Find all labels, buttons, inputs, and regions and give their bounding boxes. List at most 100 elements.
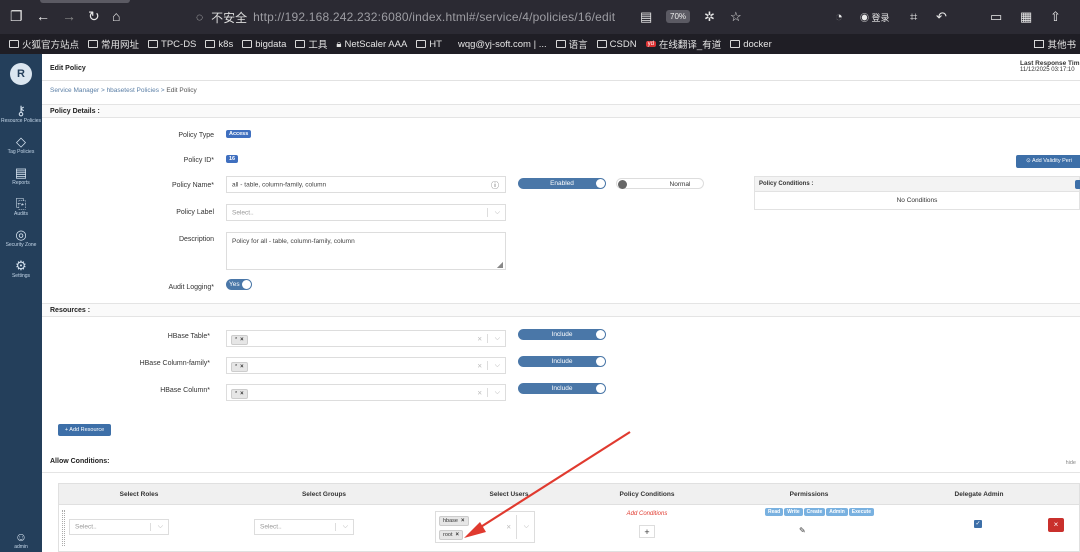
drag-handle[interactable]	[62, 510, 65, 546]
breadcrumb-policies[interactable]: hbasetest Policies	[107, 87, 159, 94]
folder-icon	[1034, 40, 1045, 48]
undo-icon[interactable]: ↶	[936, 9, 947, 25]
bookmark-item[interactable]: docker	[730, 39, 772, 50]
home-icon[interactable]: ⌂	[112, 9, 120, 23]
chevron-down-icon[interactable]: ⌵	[495, 389, 500, 397]
column-select-users: Select Users	[489, 491, 529, 498]
column-select-roles: Select Roles	[119, 491, 159, 498]
sidebar-item-resource-policies[interactable]: ⚷ Resource Policies	[0, 103, 42, 124]
other-bookmarks[interactable]: 其他书	[1034, 34, 1080, 54]
divider	[42, 472, 1080, 473]
policy-enabled-toggle[interactable]: Enabled	[518, 178, 606, 189]
bookmark-item[interactable]: wqg@yj-soft.com | ...	[458, 39, 547, 50]
roles-select[interactable]: Select.. ⌵	[69, 519, 169, 535]
clear-icon[interactable]: ×	[477, 334, 482, 343]
toggle-knob	[242, 280, 251, 289]
bookmark-item[interactable]: CSDN	[596, 39, 637, 50]
resource-tag: * ×	[231, 362, 248, 372]
bookmark-item[interactable]: 火狐官方站点	[9, 37, 79, 51]
chevron-down-icon[interactable]: ⌵	[495, 335, 500, 343]
users-select[interactable]: hbase × root × × ⌵	[435, 511, 535, 543]
sidebar-item-settings[interactable]: ⚙ Settings	[0, 258, 42, 279]
share-icon[interactable]: ⇧	[1050, 9, 1061, 25]
hbase-column-family-select[interactable]: * × × ⌵	[226, 357, 506, 374]
add-validity-period-button[interactable]: ⊙ Add Validity Peri	[1016, 155, 1080, 168]
edit-permissions-icon[interactable]: ✎	[799, 526, 806, 535]
hbase-column-select[interactable]: * × × ⌵	[226, 384, 506, 401]
sidebar-toggle-icon[interactable]: ❐	[10, 9, 23, 23]
bookmark-item[interactable]: yd 在线翻译_有道	[645, 37, 721, 51]
chevron-down-icon[interactable]: ⌵	[343, 523, 348, 531]
audit-logging-toggle[interactable]: Yes	[226, 279, 252, 290]
crop-icon[interactable]: ⌗	[910, 9, 917, 25]
chevron-down-icon[interactable]: ⌵	[158, 523, 163, 531]
remove-tag-icon[interactable]: ×	[240, 337, 244, 343]
reader-icon[interactable]: ▤	[640, 9, 652, 25]
extension-icon[interactable]: ✲	[704, 9, 715, 25]
url-text[interactable]: http://192.168.242.232:6080/index.html#/…	[253, 10, 615, 24]
hbase-table-include-toggle[interactable]: Include	[518, 329, 606, 340]
theme-icon[interactable]: ◔	[835, 9, 843, 24]
bookmark-item[interactable]: TPC-DS	[148, 39, 196, 50]
add-condition-plus-button[interactable]: +	[639, 525, 655, 538]
chevron-down-icon[interactable]: ⌵	[495, 209, 500, 217]
hide-allow-conditions[interactable]: hide	[1066, 460, 1076, 466]
breadcrumb-service-manager[interactable]: Service Manager	[50, 87, 99, 94]
sidebar-item-security-zone[interactable]: ◎ Security Zone	[0, 227, 42, 248]
bookmark-item[interactable]: k8s	[205, 39, 233, 50]
clear-icon[interactable]: ×	[477, 361, 482, 370]
back-icon[interactable]: ←	[36, 9, 50, 23]
hbase-table-select[interactable]: * × × ⌵	[226, 330, 506, 347]
zoom-level[interactable]: 70%	[666, 10, 691, 23]
bookmark-star-icon[interactable]: ☆	[730, 9, 742, 25]
add-resource-button[interactable]: + Add Resource	[58, 424, 111, 436]
policy-label-select[interactable]: Select.. ⌵	[226, 204, 506, 221]
description-label: Description	[178, 236, 214, 243]
info-icon[interactable]: ⓘ	[491, 180, 499, 191]
bookmark-item[interactable]: 工具	[295, 37, 327, 51]
clear-icon[interactable]: ×	[506, 523, 511, 532]
description-textarea[interactable]: Policy for all - table, column-family, c…	[226, 232, 506, 270]
bookmark-item[interactable]: bigdata	[242, 39, 286, 50]
policy-type-badge: Access	[226, 130, 252, 138]
chevron-down-icon[interactable]: ⌵	[495, 362, 500, 370]
sidebar-item-tag-policies[interactable]: ◇ Tag Policies	[0, 134, 42, 155]
remove-tag-icon[interactable]: ×	[455, 532, 459, 538]
clear-icon[interactable]: ×	[477, 388, 482, 397]
bookmark-item[interactable]: 常用网址	[88, 37, 139, 51]
policy-priority-toggle[interactable]: Normal	[616, 178, 704, 189]
insecure-label[interactable]: 不安全	[211, 9, 247, 26]
chevron-down-icon[interactable]: ⌵	[524, 523, 529, 531]
browser-toolbar: ❐ ← → ↻ ⌂ ◌ 不安全 http://192.168.242.232:6…	[0, 0, 1080, 34]
hbase-column-include-toggle[interactable]: Include	[518, 383, 606, 394]
policy-name-input[interactable]: all - table, column-family, column ⓘ	[226, 176, 506, 193]
zone-icon: ◎	[15, 227, 27, 242]
forward-icon[interactable]: →	[62, 9, 76, 23]
remove-tag-icon[interactable]: ×	[240, 391, 244, 397]
remove-tag-icon[interactable]: ×	[461, 518, 465, 524]
delegate-admin-checkbox[interactable]: ✓	[974, 520, 982, 528]
bookmark-item[interactable]: HT	[416, 39, 442, 50]
active-tab-indicator[interactable]	[40, 0, 130, 3]
add-conditions-link[interactable]: Add Conditions	[627, 511, 668, 517]
bookmark-item[interactable]: 🔒︎ NetScaler AAA	[336, 39, 407, 50]
resize-handle-icon[interactable]: ◢	[497, 260, 503, 269]
sidebar-item-reports[interactable]: ▤ Reports	[0, 165, 42, 186]
bookmark-item[interactable]: 语言	[555, 37, 588, 51]
translate-icon[interactable]: ▦	[1020, 9, 1032, 25]
groups-select[interactable]: Select.. ⌵	[254, 519, 354, 535]
permission-create: Create	[803, 508, 826, 516]
user-menu[interactable]: ☺ admin	[0, 530, 42, 550]
reload-icon[interactable]: ↻	[88, 9, 100, 23]
delete-row-button[interactable]: ×	[1048, 518, 1064, 532]
remove-tag-icon[interactable]: ×	[240, 364, 244, 370]
page-title: Edit Policy	[50, 65, 86, 72]
window-icon[interactable]: ▭	[990, 9, 1002, 25]
account-button[interactable]: ◉ 登录	[860, 11, 890, 24]
policy-id-badge: 16	[226, 155, 239, 163]
sidebar-item-audits[interactable]: ⎘ Audits	[0, 196, 42, 217]
permission-admin: Admin	[826, 508, 848, 516]
add-condition-button[interactable]	[1075, 180, 1080, 189]
ranger-logo[interactable]: R	[10, 63, 32, 85]
hbase-column-family-include-toggle[interactable]: Include	[518, 356, 606, 367]
